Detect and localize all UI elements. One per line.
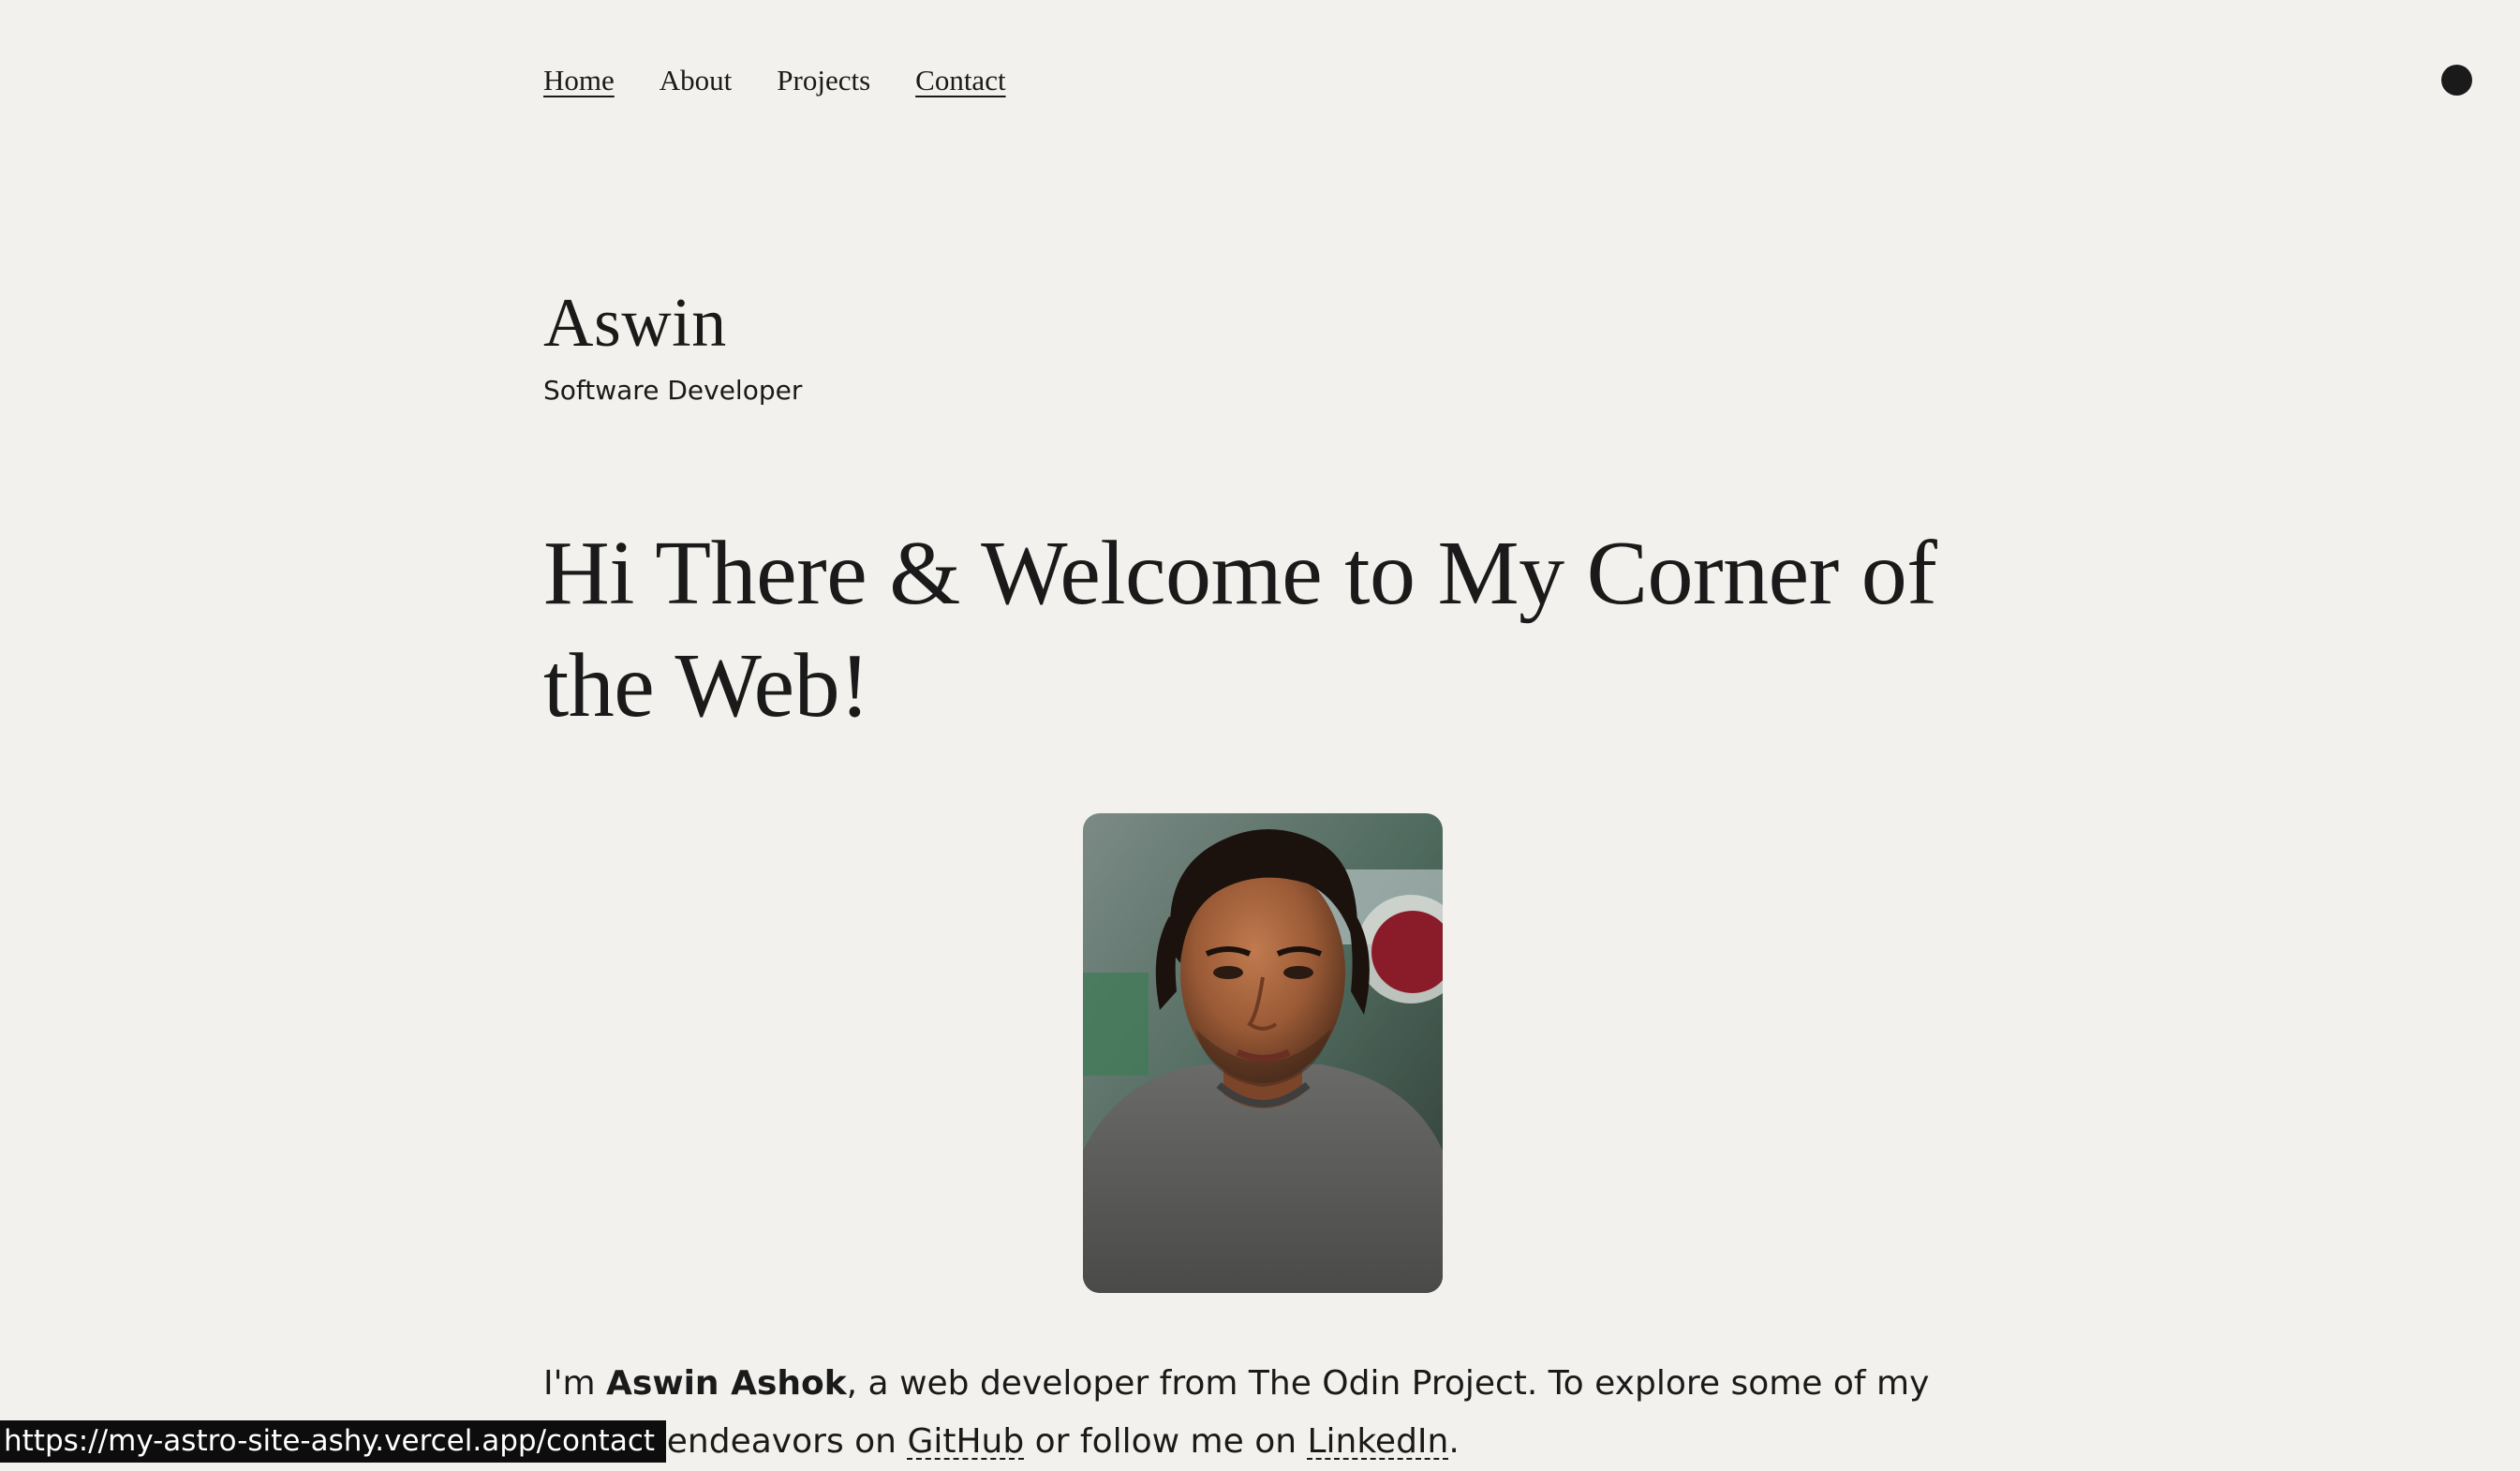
link-preview-status-bar: https://my-astro-site-ashy.vercel.app/co…	[0, 1420, 667, 1463]
github-link[interactable]: GitHub	[907, 1422, 1024, 1461]
nav-link-home[interactable]: Home	[543, 58, 615, 103]
main-nav: Home About Projects Contact	[543, 58, 1006, 103]
nav-link-projects[interactable]: Projects	[777, 58, 870, 103]
linkedin-link[interactable]: LinkedIn	[1307, 1422, 1448, 1461]
site-title: Aswin	[543, 285, 727, 362]
nav-link-about[interactable]: About	[660, 58, 733, 103]
intro-name: Aswin Ashok	[606, 1364, 847, 1403]
intro-or: or follow me on	[1024, 1422, 1308, 1461]
intro-prefix: I'm	[543, 1364, 607, 1403]
intro-paragraph: I'm Aswin Ashok, a web developer from Th…	[543, 1355, 1986, 1471]
hero-heading: Hi There & Welcome to My Corner of the W…	[543, 523, 1937, 736]
site-subtitle: Software Developer	[543, 375, 803, 406]
profile-photo	[1083, 813, 1443, 1293]
theme-toggle-circle-icon[interactable]	[2441, 65, 2472, 96]
intro-suffix: .	[1448, 1422, 1460, 1461]
nav-link-contact[interactable]: Contact	[915, 58, 1005, 103]
